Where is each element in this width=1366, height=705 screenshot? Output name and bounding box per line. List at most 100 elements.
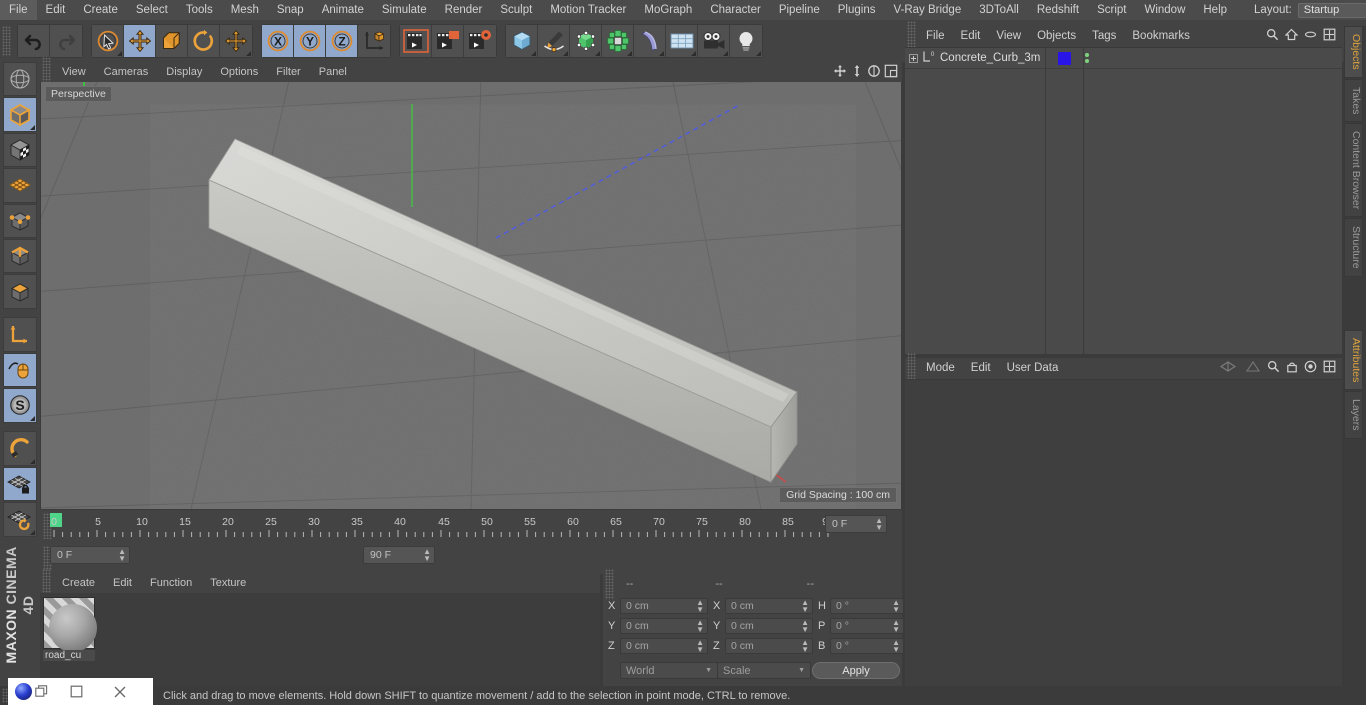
object-menu-edit[interactable]: Edit [953,26,989,46]
menu-item-help[interactable]: Help [1194,0,1236,20]
menu-item-sculpt[interactable]: Sculpt [491,0,541,20]
history-back-icon[interactable] [1219,360,1239,376]
x-axis-lock[interactable]: X [262,25,294,57]
tab-structure[interactable]: Structure [1344,218,1363,277]
visibility-dots-icon[interactable] [1085,53,1089,63]
menu-item-mesh[interactable]: Mesh [222,0,268,20]
menu-item-mograph[interactable]: MoGraph [635,0,701,20]
spline-pen-button[interactable] [538,25,570,57]
tab-objects[interactable]: Objects [1344,26,1363,78]
material-tag-swatch[interactable] [1057,51,1071,65]
rotation-b-field[interactable]: 0 ° ▲ ▼ [830,637,904,654]
apply-button[interactable]: Apply [812,662,900,679]
menu-item-file[interactable]: File [0,0,37,20]
tab-takes[interactable]: Takes [1344,78,1363,123]
menu-item-simulate[interactable]: Simulate [373,0,436,20]
tab-attributes[interactable]: Attributes [1344,329,1363,391]
attribute-menu-edit[interactable]: Edit [963,358,999,378]
menu-item-snap[interactable]: Snap [268,0,313,20]
stepper-icon[interactable]: ▲ ▼ [892,638,900,653]
stepper-icon[interactable]: ▲ ▼ [801,618,809,633]
deformer-button[interactable] [634,25,666,57]
search-icon[interactable] [1267,360,1280,376]
magnet-tool[interactable] [3,431,37,466]
close-window-button[interactable] [98,678,142,705]
menu-item-create[interactable]: Create [74,0,127,20]
stepper-icon[interactable]: ▲ ▼ [801,598,809,613]
viewport-menu-view[interactable]: View [53,62,95,82]
environment-button[interactable] [666,25,698,57]
move-duplicate-tool[interactable] [220,25,252,57]
material-menu-edit[interactable]: Edit [104,574,141,593]
viewport-menu-panel[interactable]: Panel [310,62,356,82]
search-icon[interactable] [1266,28,1279,44]
stepper-icon[interactable]: ▲ ▼ [875,517,883,532]
enable-snapping[interactable] [3,352,37,388]
object-menu-tags[interactable]: Tags [1084,26,1124,46]
render-view-button[interactable] [400,25,432,57]
size-z-field[interactable]: 0 cm ▲ ▼ [725,637,813,654]
stepper-icon[interactable]: ▲ ▼ [892,598,900,613]
history-forward-icon[interactable] [1245,360,1261,376]
menu-item-tools[interactable]: Tools [177,0,222,20]
texture-axis-tool[interactable] [3,62,37,97]
material-list[interactable]: road_cu [40,593,600,686]
object-menu-bookmarks[interactable]: Bookmarks [1124,26,1198,46]
viewport-menu-filter[interactable]: Filter [267,62,309,82]
polygon-mode[interactable] [3,274,37,309]
object-menu-view[interactable]: View [988,26,1029,46]
menu-item-character[interactable]: Character [701,0,770,20]
redo-button[interactable] [50,25,82,57]
coordinate-system-dropdown[interactable]: World ▼ [620,662,718,679]
object-tree[interactable]: 0 Concrete_Curb_3m [905,47,1342,355]
object-tag-cell[interactable] [1045,51,1083,65]
live-selection-tool[interactable] [92,25,124,57]
undo-button[interactable] [18,25,50,57]
lock-icon[interactable] [1286,360,1298,376]
render-settings-button[interactable] [464,25,496,57]
menu-item-render[interactable]: Render [436,0,492,20]
right-frame-field[interactable]: 0 F ▲ ▼ [825,515,887,533]
tab-content-browser[interactable]: Content Browser [1344,123,1363,218]
material-menu-create[interactable]: Create [53,574,104,593]
menu-item-select[interactable]: Select [127,0,177,20]
size-x-field[interactable]: 0 cm ▲ ▼ [725,597,813,614]
restore-window-button[interactable] [34,685,48,698]
viewport-menu-options[interactable]: Options [211,62,267,82]
stepper-icon[interactable]: ▲ ▼ [696,618,704,633]
menu-item-3dtoall[interactable]: 3DToAll [970,0,1028,20]
generator-button[interactable] [570,25,602,57]
scale-tool[interactable] [156,25,188,57]
material-thumbnail[interactable] [43,597,97,652]
maximize-icon[interactable] [1323,360,1336,376]
size-y-field[interactable]: 0 cm ▲ ▼ [725,617,813,634]
attribute-menu-user-data[interactable]: User Data [999,358,1067,378]
menu-item-edit[interactable]: Edit [37,0,75,20]
y-axis-lock[interactable]: Y [294,25,326,57]
rotation-h-field[interactable]: 0 ° ▲ ▼ [830,597,904,614]
lock-workplane[interactable] [3,466,37,502]
target-icon[interactable] [1304,360,1317,376]
document-end-field[interactable]: 90 F ▲ ▼ [363,546,435,564]
rotation-p-field[interactable]: 0 ° ▲ ▼ [830,617,904,634]
tab-layers[interactable]: Layers [1344,391,1363,439]
point-mode[interactable] [3,203,37,239]
table-row[interactable]: 0 Concrete_Curb_3m [905,48,1342,68]
planar-workplane[interactable] [3,502,37,537]
position-y-field[interactable]: 0 cm ▲ ▼ [620,617,708,634]
layout-dropdown[interactable]: Startup ▼ [1297,2,1366,18]
mograph-button[interactable] [602,25,634,57]
menu-item-window[interactable]: Window [1135,0,1194,20]
workplane-mode[interactable] [3,168,37,203]
primitive-cube-button[interactable] [506,25,538,57]
menu-item-plugins[interactable]: Plugins [829,0,885,20]
texture-mode[interactable] [3,132,37,168]
viewport-3d-canvas[interactable]: Y Z X Perspective Grid Spacing : 100 cm [41,82,901,509]
size-mode-dropdown[interactable]: Scale ▼ [717,662,811,679]
current-frame-field[interactable]: 0 F ▲ ▼ [50,546,130,564]
camera-button[interactable] [698,25,730,57]
soft-selection-tool[interactable]: S [3,388,37,423]
menu-item-animate[interactable]: Animate [313,0,373,20]
rotate-view-icon[interactable] [867,64,881,81]
menu-item-motion-tracker[interactable]: Motion Tracker [541,0,635,20]
